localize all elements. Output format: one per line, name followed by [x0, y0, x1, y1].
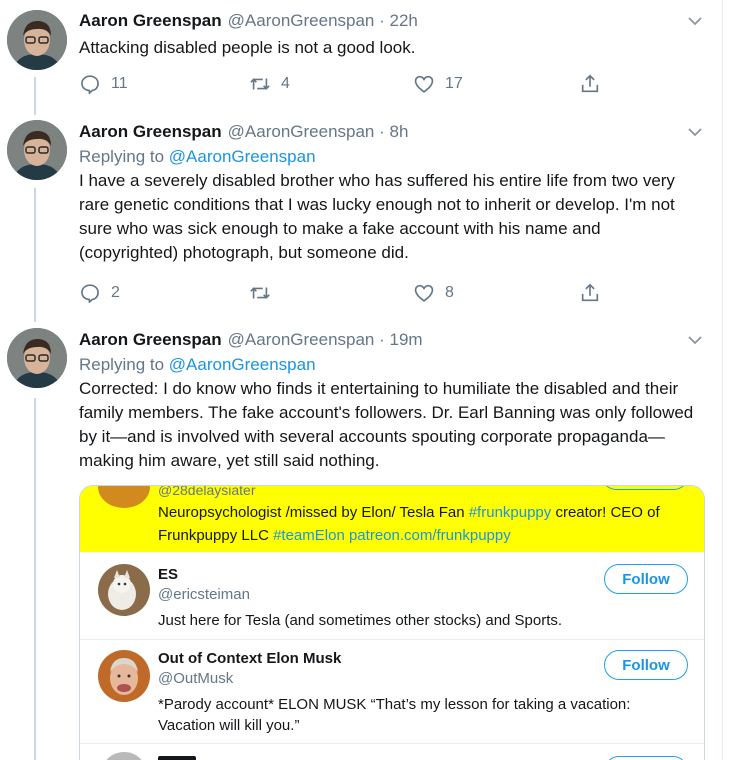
display-name[interactable]: Out of Context Elon Musk	[158, 650, 341, 667]
avatar	[102, 752, 146, 760]
share-button[interactable]	[579, 282, 601, 304]
avatar[interactable]	[98, 650, 150, 702]
like-button[interactable]: 8	[413, 282, 454, 304]
tweet-header: Aaron Greenspan @AaronGreenspan · 8h	[79, 121, 704, 143]
avatar[interactable]	[7, 328, 67, 388]
display-name	[158, 756, 196, 760]
hashtag-link[interactable]: #frunkpuppy	[469, 504, 552, 521]
bio-text: Neuropsychologist /missed by Elon/ Tesla…	[158, 504, 469, 521]
timestamp[interactable]: · 22h	[374, 10, 418, 32]
timestamp-text: · 19m	[379, 330, 423, 349]
replying-to-mention[interactable]: @AaronGreenspan	[169, 147, 316, 166]
reply-icon	[81, 75, 99, 94]
display-name[interactable]: ES	[158, 566, 178, 583]
tweet-text: Corrected: I do know who finds it entert…	[79, 379, 694, 470]
user-handle[interactable]: @AaronGreenspan	[228, 10, 375, 32]
replying-to-mention[interactable]: @AaronGreenspan	[169, 355, 316, 374]
retweet-button[interactable]	[249, 282, 281, 304]
timestamp-text: · 8h	[379, 122, 409, 141]
chevron-down-icon[interactable]	[686, 13, 704, 29]
reply-count: 2	[111, 284, 120, 301]
timestamp[interactable]: · 8h	[374, 121, 408, 143]
user-bio: *Parody account* ELON MUSK “That’s my le…	[158, 696, 631, 734]
like-button[interactable]: 17	[413, 73, 463, 95]
follow-button[interactable]: Follow	[604, 650, 688, 680]
timestamp[interactable]: · 19m	[374, 329, 422, 351]
hashtag-link[interactable]: #teamElon	[273, 527, 345, 544]
tweet-text: Attacking disabled people is not a good …	[79, 38, 416, 57]
like-icon	[414, 284, 434, 302]
display-name[interactable]: Aaron Greenspan	[79, 10, 222, 32]
replying-to-label: Replying to	[79, 147, 165, 166]
user-row[interactable]: Out of Context Elon Musk @OutMusk *Parod…	[80, 640, 704, 744]
display-name[interactable]: Aaron Greenspan	[79, 121, 222, 143]
user-bio: Just here for Tesla (and sometimes other…	[158, 612, 563, 629]
replying-to-label: Replying to	[79, 355, 165, 374]
follow-button[interactable]	[602, 486, 688, 490]
replying-to: Replying to @AaronGreenspan	[79, 353, 704, 377]
follow-button[interactable]	[604, 756, 688, 760]
replying-to: Replying to @AaronGreenspan	[79, 145, 704, 169]
avatar	[98, 486, 150, 508]
like-count: 8	[445, 284, 454, 301]
avatar[interactable]	[98, 564, 150, 616]
share-icon	[581, 283, 599, 302]
retweet-count: 4	[281, 75, 290, 92]
timestamp-text: · 22h	[379, 11, 418, 30]
retweet-icon	[250, 78, 270, 90]
reply-button[interactable]: 11	[79, 73, 128, 95]
like-count: 17	[445, 75, 463, 92]
timeline-border	[722, 0, 723, 760]
tweet[interactable]: Aaron Greenspan @AaronGreenspan · 22h At…	[0, 0, 722, 112]
user-handle[interactable]: @ericsteiman	[158, 586, 250, 603]
tweet-header: Aaron Greenspan @AaronGreenspan · 22h	[79, 10, 704, 32]
reply-count: 11	[111, 75, 128, 92]
follow-button[interactable]: Follow	[604, 564, 688, 594]
avatar[interactable]	[7, 10, 67, 70]
chevron-down-icon[interactable]	[686, 124, 704, 140]
user-row[interactable]: ES @ericsteiman Just here for Tesla (and…	[80, 552, 704, 640]
share-button[interactable]	[579, 73, 601, 95]
reply-icon	[81, 284, 99, 303]
display-name[interactable]: Aaron Greenspan	[79, 329, 222, 351]
user-handle[interactable]: @AaronGreenspan	[228, 121, 375, 143]
tweet[interactable]: Aaron Greenspan @AaronGreenspan · 8h Rep…	[0, 112, 722, 320]
user-handle[interactable]: @AaronGreenspan	[228, 329, 375, 351]
user-handle: @28delaysiater	[158, 485, 256, 498]
retweet-button[interactable]: 4	[249, 73, 290, 95]
tweet-text: I have a severely disabled brother who h…	[79, 171, 675, 262]
chevron-down-icon[interactable]	[686, 332, 704, 348]
user-handle[interactable]: @OutMusk	[158, 670, 233, 687]
share-icon	[581, 74, 599, 93]
user-bio: Neuropsychologist /missed by Elon/ Tesla…	[158, 501, 688, 547]
bio-link[interactable]: patreon.com/frunkpuppy	[349, 527, 511, 544]
avatar[interactable]	[7, 120, 67, 180]
highlighted-user-row[interactable]: @28delaysiater Neuropsychologist /missed…	[80, 486, 704, 552]
like-icon	[414, 75, 434, 93]
retweet-icon	[250, 287, 270, 299]
tweet-header: Aaron Greenspan @AaronGreenspan · 19m	[79, 329, 704, 351]
reply-button[interactable]: 2	[79, 282, 120, 304]
embedded-image-card[interactable]: @28delaysiater Neuropsychologist /missed…	[79, 485, 705, 760]
